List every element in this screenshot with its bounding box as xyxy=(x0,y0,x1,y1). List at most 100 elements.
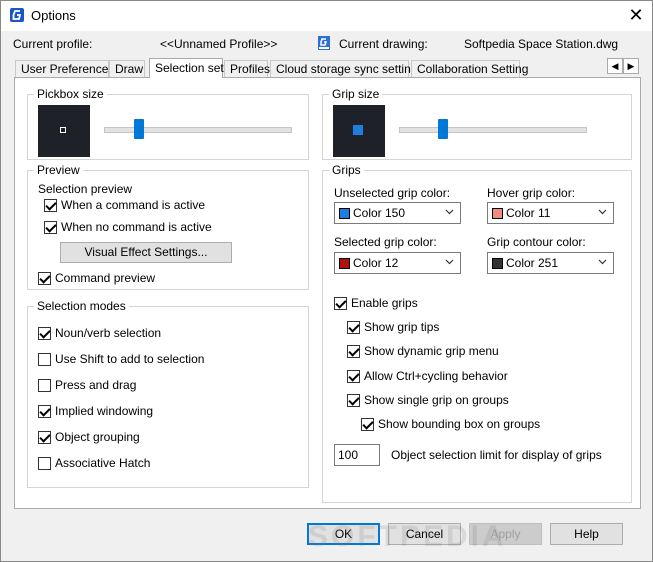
drawing-file-icon xyxy=(318,36,330,50)
grips-label: Grips xyxy=(329,163,364,177)
grip-slider-track[interactable] xyxy=(399,127,587,133)
when-no-command-checkbox[interactable]: When no command is active xyxy=(44,220,212,234)
close-icon[interactable]: ✕ xyxy=(622,3,650,27)
color-swatch xyxy=(492,207,503,219)
pickbox-slider-thumb[interactable] xyxy=(133,119,144,139)
preview-label: Preview xyxy=(34,163,83,177)
pickbox-size-label: Pickbox size xyxy=(34,87,107,101)
pickbox-preview xyxy=(38,105,90,157)
tab-draw[interactable]: Draw xyxy=(109,60,145,77)
checkbox-label: Command preview xyxy=(55,271,156,285)
when-command-active-checkbox[interactable]: When a command is active xyxy=(44,198,205,212)
help-button[interactable]: Help xyxy=(550,523,623,545)
enable-grips-checkbox[interactable]: Enable grips xyxy=(334,296,418,310)
show-grip-tips-checkbox[interactable]: Show grip tips xyxy=(347,320,439,334)
selected-grip-color-select[interactable]: Color 12 xyxy=(334,252,461,274)
selection-modes-label: Selection modes xyxy=(34,299,129,313)
grip-contour-color-label: Grip contour color: xyxy=(487,235,586,249)
checkbox-box[interactable] xyxy=(347,320,360,334)
checkbox-box[interactable] xyxy=(38,271,51,285)
cancel-button[interactable]: Cancel xyxy=(388,523,461,545)
noun-verb-checkbox[interactable]: Noun/verb selection xyxy=(38,326,161,340)
preview-group: Preview Selection preview When a command… xyxy=(27,163,309,290)
app-logo-icon xyxy=(10,8,24,22)
pickbox-slider-track[interactable] xyxy=(104,127,292,133)
selection-modes-group: Selection modes Noun/verb selection Use … xyxy=(27,299,309,488)
checkbox-box[interactable] xyxy=(334,296,347,310)
tab-cloud-storage[interactable]: Cloud storage sync settings xyxy=(270,60,423,77)
checkbox-label: Associative Hatch xyxy=(55,456,151,470)
chevron-down-icon xyxy=(445,209,454,215)
checkbox-label: Use Shift to add to selection xyxy=(55,352,205,366)
visual-effect-settings-button[interactable]: Visual Effect Settings... xyxy=(60,242,232,263)
grip-preview xyxy=(333,105,385,157)
chevron-down-icon xyxy=(598,259,607,265)
unselected-grip-color-select[interactable]: Color 150 xyxy=(334,202,461,224)
checkbox-box[interactable] xyxy=(38,378,51,392)
current-drawing-label: Current drawing: xyxy=(339,37,428,51)
tab-selection-set[interactable]: Selection set xyxy=(149,58,224,78)
show-bounding-box-checkbox[interactable]: Show bounding box on groups xyxy=(361,417,540,431)
checkbox-label: Noun/verb selection xyxy=(55,326,162,340)
press-drag-checkbox[interactable]: Press and drag xyxy=(38,378,136,392)
command-preview-checkbox[interactable]: Command preview xyxy=(38,271,155,285)
show-single-grip-checkbox[interactable]: Show single grip on groups xyxy=(347,393,509,407)
checkbox-box[interactable] xyxy=(361,417,374,431)
current-profile-label: Current profile: xyxy=(13,37,93,51)
pickbox-size-group: Pickbox size xyxy=(27,87,309,160)
pickbox-square-icon xyxy=(60,127,66,133)
hover-grip-color-select[interactable]: Color 11 xyxy=(487,202,614,224)
tab-scroll-right-icon[interactable]: ▶ xyxy=(623,58,639,74)
object-selection-limit-input[interactable]: 100 xyxy=(334,444,380,466)
checkbox-label: Show dynamic grip menu xyxy=(364,344,499,358)
checkbox-label: Show single grip on groups xyxy=(364,393,509,407)
implied-windowing-checkbox[interactable]: Implied windowing xyxy=(38,404,153,418)
checkbox-box[interactable] xyxy=(347,344,360,358)
ok-button[interactable]: OK xyxy=(307,523,380,545)
associative-hatch-checkbox[interactable]: Associative Hatch xyxy=(38,456,150,470)
selection-set-panel: Pickbox size Grip size Preview Selection… xyxy=(14,77,641,509)
use-shift-checkbox[interactable]: Use Shift to add to selection xyxy=(38,352,204,366)
select-value: Color 12 xyxy=(353,256,399,270)
checkbox-label: When a command is active xyxy=(61,198,206,212)
object-grouping-checkbox[interactable]: Object grouping xyxy=(38,430,140,444)
selection-preview-label: Selection preview xyxy=(38,182,133,196)
grip-contour-color-select[interactable]: Color 251 xyxy=(487,252,614,274)
tab-profiles[interactable]: Profiles xyxy=(224,60,270,77)
object-selection-limit-label: Object selection limit for display of gr… xyxy=(391,448,602,462)
select-value: Color 150 xyxy=(353,206,406,220)
show-dynamic-grip-menu-checkbox[interactable]: Show dynamic grip menu xyxy=(347,344,499,358)
checkbox-label: Enable grips xyxy=(351,296,418,310)
chevron-down-icon xyxy=(598,209,607,215)
select-value: Color 11 xyxy=(506,206,551,220)
grip-slider-thumb[interactable] xyxy=(437,119,448,139)
checkbox-box[interactable] xyxy=(347,369,360,383)
current-drawing-value: Softpedia Space Station.dwg xyxy=(464,37,619,51)
current-profile-value: <<Unnamed Profile>> xyxy=(160,37,278,51)
checkbox-label: Allow Ctrl+cycling behavior xyxy=(364,369,508,383)
checkbox-label: When no command is active xyxy=(61,220,212,234)
checkbox-box[interactable] xyxy=(38,404,51,418)
checkbox-box[interactable] xyxy=(44,220,57,234)
checkbox-box[interactable] xyxy=(38,326,51,340)
color-swatch xyxy=(339,257,350,269)
checkbox-box[interactable] xyxy=(38,352,51,366)
allow-ctrl-cycling-checkbox[interactable]: Allow Ctrl+cycling behavior xyxy=(347,369,508,383)
tab-user-preferences[interactable]: User Preferences xyxy=(15,60,114,77)
grip-size-label: Grip size xyxy=(329,87,383,101)
checkbox-label: Object grouping xyxy=(55,430,140,444)
checkbox-box[interactable] xyxy=(38,430,51,444)
tab-collaboration[interactable]: Collaboration Setting xyxy=(411,60,528,77)
title-bar xyxy=(0,0,653,31)
select-value: Color 251 xyxy=(506,256,559,270)
tab-scroll-left-icon[interactable]: ◀ xyxy=(607,58,623,74)
selected-grip-color-label: Selected grip color: xyxy=(334,235,437,249)
window-title: Options xyxy=(31,8,76,23)
apply-button[interactable]: Apply xyxy=(469,523,542,545)
checkbox-label: Press and drag xyxy=(55,378,137,392)
unselected-grip-color-label: Unselected grip color: xyxy=(334,186,451,200)
checkbox-box[interactable] xyxy=(38,456,51,470)
grip-size-group: Grip size xyxy=(322,87,632,160)
checkbox-box[interactable] xyxy=(44,198,57,212)
checkbox-box[interactable] xyxy=(347,393,360,407)
